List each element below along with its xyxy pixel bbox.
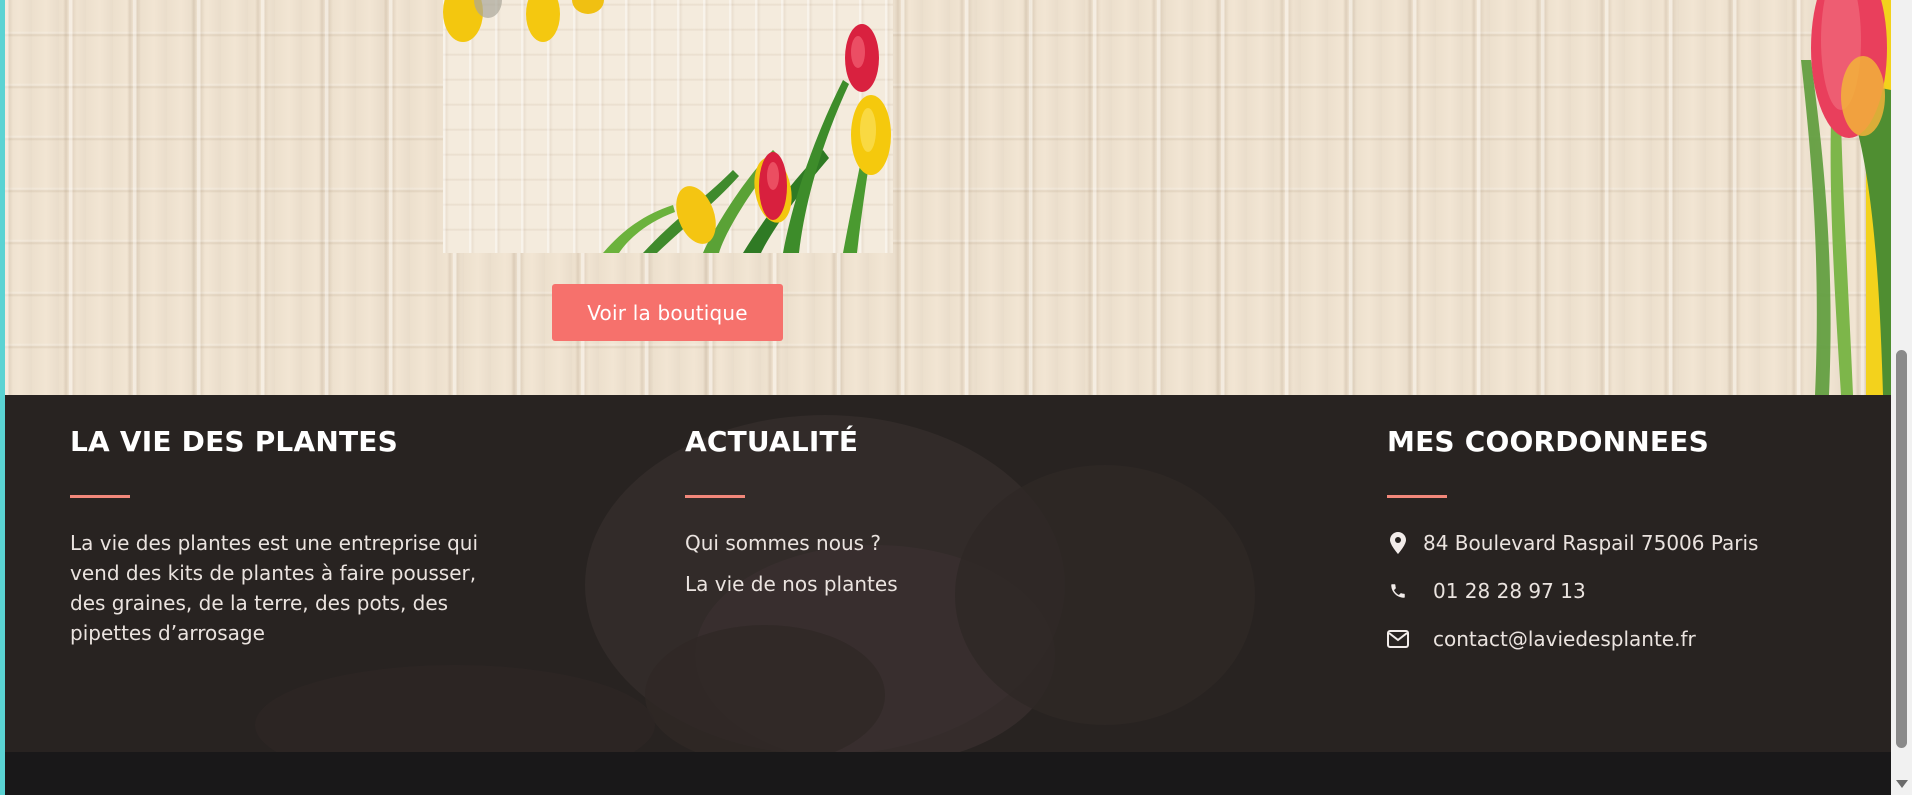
shop-preview-image [443, 0, 893, 253]
scroll-down-arrow-icon[interactable] [1896, 780, 1908, 788]
about-description: La vie des plantes est une entreprise qu… [70, 531, 479, 645]
scrollbar-thumb[interactable] [1896, 350, 1907, 748]
left-edge-strip [0, 0, 5, 795]
site-footer: LA VIE DES PLANTES La vie des plantes es… [5, 395, 1891, 752]
contact-address-text: 84 Boulevard Raspail 75006 Paris [1423, 531, 1759, 555]
news-link-about-us[interactable]: Qui sommes nous ? [685, 531, 881, 555]
page-scrollbar[interactable] [1891, 0, 1912, 795]
hero-section: Voir la boutique [5, 0, 1891, 395]
contact-title: MES COORDONNEES [1387, 425, 1709, 458]
news-title: ACTUALITÉ [685, 425, 859, 458]
tulips-illustration [443, 0, 891, 253]
about-title: LA VIE DES PLANTES [70, 425, 398, 458]
phone-icon [1387, 580, 1409, 602]
footer-bottom-bar [5, 752, 1891, 795]
tulip-decoration-image [1801, 0, 1891, 395]
contact-email: contact@laviedesplante.fr [1387, 627, 1696, 651]
view-shop-button[interactable]: Voir la boutique [552, 284, 783, 341]
news-title-underline [685, 495, 745, 498]
map-pin-icon [1387, 532, 1409, 554]
contact-address: 84 Boulevard Raspail 75006 Paris [1387, 531, 1758, 555]
news-link-our-plants[interactable]: La vie de nos plantes [685, 572, 898, 596]
contact-phone-text: 01 28 28 97 13 [1433, 579, 1586, 603]
contact-email-text[interactable]: contact@laviedesplante.fr [1433, 627, 1696, 651]
contact-title-underline [1387, 495, 1447, 498]
contact-phone: 01 28 28 97 13 [1387, 579, 1586, 603]
about-title-underline [70, 495, 130, 498]
envelope-icon [1387, 628, 1409, 650]
